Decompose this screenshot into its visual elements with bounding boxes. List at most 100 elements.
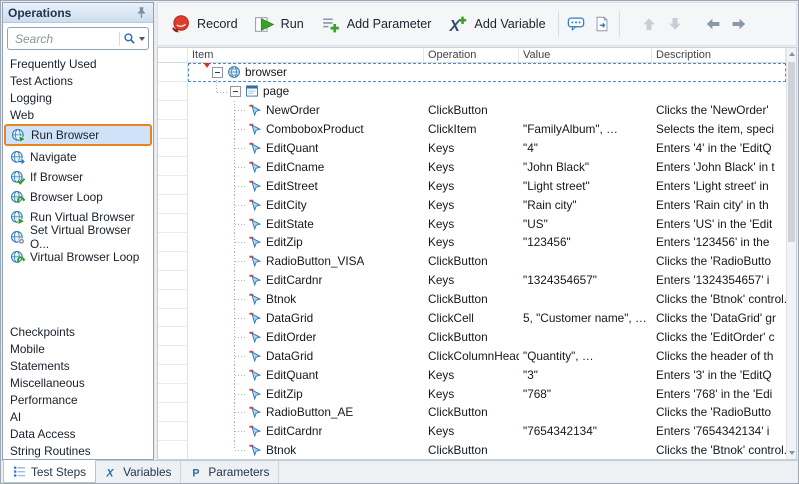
tree-line xyxy=(235,375,245,376)
step-item-name: EditCity xyxy=(266,198,307,212)
test-step-row[interactable]: Btnok ClickButton Clicks the 'Btnok' con… xyxy=(158,441,786,460)
move-to-new-test-button[interactable] xyxy=(589,9,615,39)
step-description-cell: Clicks the 'EditOrder' c xyxy=(652,327,786,346)
sidebar-item-browser-loop[interactable]: Browser Loop xyxy=(3,187,153,207)
vertical-scrollbar[interactable] xyxy=(786,48,796,459)
sidebar-item-logging[interactable]: Logging xyxy=(3,89,153,106)
row-gutter-cell xyxy=(158,346,188,365)
collapse-expander-icon[interactable] xyxy=(230,86,241,97)
step-value-cell: "John Black" xyxy=(519,157,652,176)
onscreen-action-icon xyxy=(248,179,262,193)
tab-test-steps[interactable]: Test Steps xyxy=(3,460,96,483)
test-step-row[interactable]: EditOrder ClickButton Clicks the 'EditOr… xyxy=(158,327,786,346)
test-step-row[interactable]: DataGrid ClickColumnHeader "Quantity", …… xyxy=(158,346,786,365)
onscreen-action-icon xyxy=(248,160,262,174)
test-step-row[interactable]: EditQuant Keys "4" Enters '4' in the 'Ed… xyxy=(158,139,786,158)
operations-panel-header: Operations xyxy=(3,3,153,23)
test-step-row[interactable]: ComboboxProduct ClickItem "FamilyAlbum",… xyxy=(158,120,786,139)
variables-icon: X xyxy=(105,466,118,479)
step-description-cell: Enters '4' in the 'EditQ xyxy=(652,139,786,158)
step-item-cell: DataGrid xyxy=(188,346,424,365)
search-icon[interactable] xyxy=(123,32,136,45)
test-step-row[interactable]: EditStreet Keys "Light street" Enters 'L… xyxy=(158,176,786,195)
sidebar-item-label: Browser Loop xyxy=(30,190,103,204)
test-step-row[interactable]: EditZip Keys "768" Enters '768' in the '… xyxy=(158,384,786,403)
sidebar-item-web[interactable]: Web xyxy=(3,106,153,123)
column-header-value[interactable]: Value xyxy=(519,48,652,63)
onscreen-action-icon xyxy=(248,103,262,117)
sidebar-item-statements[interactable]: Statements xyxy=(3,357,153,374)
test-step-row[interactable]: EditCardnr Keys "7654342134" Enters '765… xyxy=(158,422,786,441)
record-icon xyxy=(170,14,191,35)
test-step-row[interactable]: DataGrid ClickCell 5, "Customer name", …… xyxy=(158,309,786,328)
sidebar-item-data-access[interactable]: Data Access xyxy=(3,425,153,442)
browser-icon xyxy=(227,65,241,79)
step-value-cell: "FamilyAlbum", … xyxy=(519,120,652,139)
sidebar-item-performance[interactable]: Performance xyxy=(3,391,153,408)
sidebar-item-string-routines[interactable]: String Routines xyxy=(3,442,153,459)
test-step-row[interactable]: Btnok ClickButton Clicks the 'Btnok' con… xyxy=(158,290,786,309)
sidebar-item-frequently-used[interactable]: Frequently Used xyxy=(3,55,153,72)
test-step-row[interactable]: RadioButton_AE ClickButton Clicks the 'R… xyxy=(158,403,786,422)
test-step-row[interactable]: RadioButton_VISA ClickButton Clicks the … xyxy=(158,252,786,271)
sidebar-item-ai[interactable]: AI xyxy=(3,408,153,425)
search-input[interactable] xyxy=(13,31,116,47)
row-gutter-cell xyxy=(158,120,188,139)
search-options-caret-icon[interactable] xyxy=(139,37,145,41)
add-comment-button[interactable] xyxy=(563,9,589,39)
move-up-button[interactable] xyxy=(636,9,662,39)
operations-panel: Operations Frequently Used Test Actions … xyxy=(2,2,154,460)
sidebar-item-set-virtual-browser-o[interactable]: Set Virtual Browser O... xyxy=(3,227,153,247)
sidebar-item-label: Logging xyxy=(10,91,52,105)
test-step-row[interactable]: EditCity Keys "Rain city" Enters 'Rain c… xyxy=(158,195,786,214)
test-step-row[interactable]: NewOrder ClickButton Clicks the 'NewOrde… xyxy=(158,101,786,120)
step-operation-cell: ClickButton xyxy=(424,290,519,309)
step-item-cell: NewOrder xyxy=(188,101,424,120)
indent-left-button[interactable] xyxy=(700,9,726,39)
add-variable-button[interactable]: X Add Variable xyxy=(439,7,553,41)
sidebar-item-test-actions[interactable]: Test Actions xyxy=(3,72,153,89)
test-step-row[interactable]: EditQuant Keys "3" Enters '3' in the 'Ed… xyxy=(158,365,786,384)
record-button[interactable]: Record xyxy=(162,7,246,41)
move-down-button[interactable] xyxy=(662,9,688,39)
column-header-description[interactable]: Description xyxy=(652,48,786,63)
svg-text:X: X xyxy=(449,17,461,34)
scrollbar-thumb[interactable] xyxy=(788,62,795,242)
collapse-expander-icon[interactable] xyxy=(212,67,223,78)
step-value-cell: 5, "Customer name", … xyxy=(519,309,652,328)
step-operation-cell: Keys xyxy=(424,271,519,290)
test-step-row[interactable]: EditCardnr Keys "1324354657" Enters '132… xyxy=(158,271,786,290)
tree-row-browser[interactable]: browser xyxy=(158,63,786,82)
step-value-cell: "7654342134" xyxy=(519,422,652,441)
sidebar-item-run-browser[interactable]: Run Browser xyxy=(4,124,152,146)
test-step-row[interactable]: EditCname Keys "John Black" Enters 'John… xyxy=(158,157,786,176)
onscreen-action-icon xyxy=(248,349,262,363)
sidebar-item-label: Performance xyxy=(10,393,78,407)
sidebar-item-label: Test Actions xyxy=(10,74,73,88)
step-value-cell: "US" xyxy=(519,214,652,233)
pin-icon[interactable] xyxy=(135,6,148,19)
scroll-down-button[interactable] xyxy=(787,447,796,459)
sidebar-item-virtual-browser-loop[interactable]: Virtual Browser Loop xyxy=(3,247,153,267)
indent-right-button[interactable] xyxy=(726,9,752,39)
sidebar-item-checkpoints[interactable]: Checkpoints xyxy=(3,323,153,340)
sidebar-item-mobile[interactable]: Mobile xyxy=(3,340,153,357)
step-item-name: EditCardnr xyxy=(266,273,322,287)
test-step-row[interactable]: EditZip Keys "123456" Enters '123456' in… xyxy=(158,233,786,252)
tab-parameters[interactable]: P Parameters xyxy=(181,461,279,483)
run-button[interactable]: Run xyxy=(246,7,312,41)
sidebar-item-if-browser[interactable]: If Browser xyxy=(3,167,153,187)
sidebar-item-navigate[interactable]: Navigate xyxy=(3,147,153,167)
step-item-cell: EditZip xyxy=(188,384,424,403)
step-item-cell: EditCname xyxy=(188,157,424,176)
add-parameter-button[interactable]: Add Parameter xyxy=(312,7,440,41)
scroll-up-button[interactable] xyxy=(787,48,796,60)
tree-row-page[interactable]: page xyxy=(158,82,786,101)
tab-variables[interactable]: X Variables xyxy=(96,461,181,483)
sidebar-item-miscellaneous[interactable]: Miscellaneous xyxy=(3,374,153,391)
row-gutter-cell xyxy=(158,63,188,82)
column-header-item[interactable]: Item xyxy=(188,48,424,63)
step-description-cell: Selects the item, speci xyxy=(652,120,786,139)
test-step-row[interactable]: EditState Keys "US" Enters 'US' in the '… xyxy=(158,214,786,233)
column-header-operation[interactable]: Operation xyxy=(424,48,519,63)
